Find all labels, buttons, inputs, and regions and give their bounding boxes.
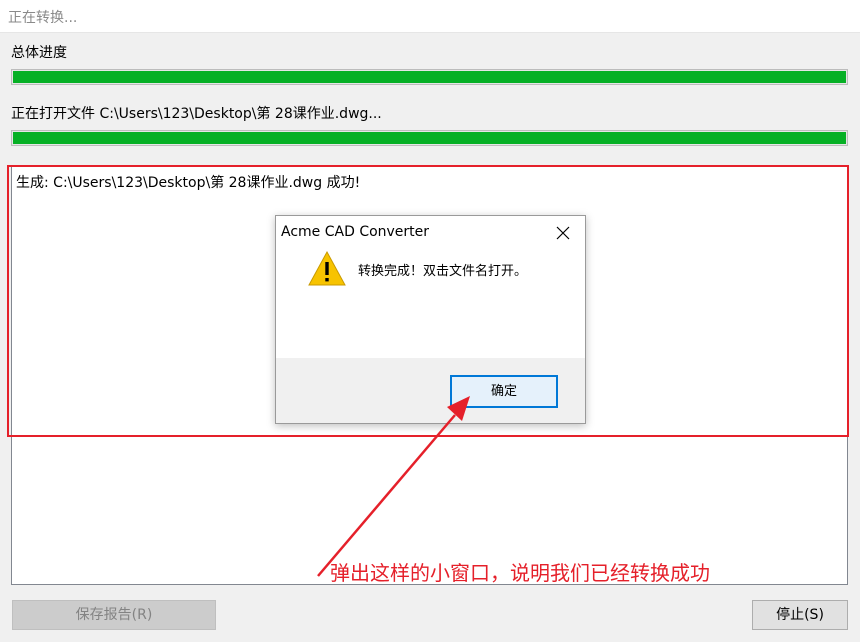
log-line: 生成: C:\Users\123\Desktop\第 28课作业.dwg 成功! (16, 175, 361, 191)
dialog-title: Acme CAD Converter (281, 224, 430, 240)
dialog-title-bar: Acme CAD Converter (276, 216, 585, 250)
file-progress-fill (13, 132, 846, 144)
overall-progress-fill (13, 71, 846, 83)
close-icon[interactable] (541, 216, 585, 250)
ok-button[interactable]: 确定 (450, 375, 558, 408)
title-bar: 正在转换... (0, 0, 860, 33)
overall-progress-bar (11, 69, 848, 85)
annotation-text: 弹出这样的小窗口，说明我们已经转换成功 (330, 561, 710, 585)
save-report-button[interactable]: 保存报告(R) (12, 600, 216, 630)
current-file-label: 正在打开文件 C:\Users\123\Desktop\第 28课作业.dwg.… (11, 106, 382, 122)
dialog-message: 转换完成！双击文件名打开。 (358, 264, 528, 279)
completion-dialog: Acme CAD Converter 转换完成！双击文件名打开。 确定 (275, 215, 586, 424)
converting-window: 正在转换... 总体进度 正在打开文件 C:\Users\123\Desktop… (0, 0, 860, 642)
overall-progress-label: 总体进度 (11, 45, 67, 61)
file-progress-bar (11, 130, 848, 146)
warning-icon (307, 250, 347, 288)
window-title: 正在转换... (8, 10, 78, 26)
stop-button[interactable]: 停止(S) (752, 600, 848, 630)
